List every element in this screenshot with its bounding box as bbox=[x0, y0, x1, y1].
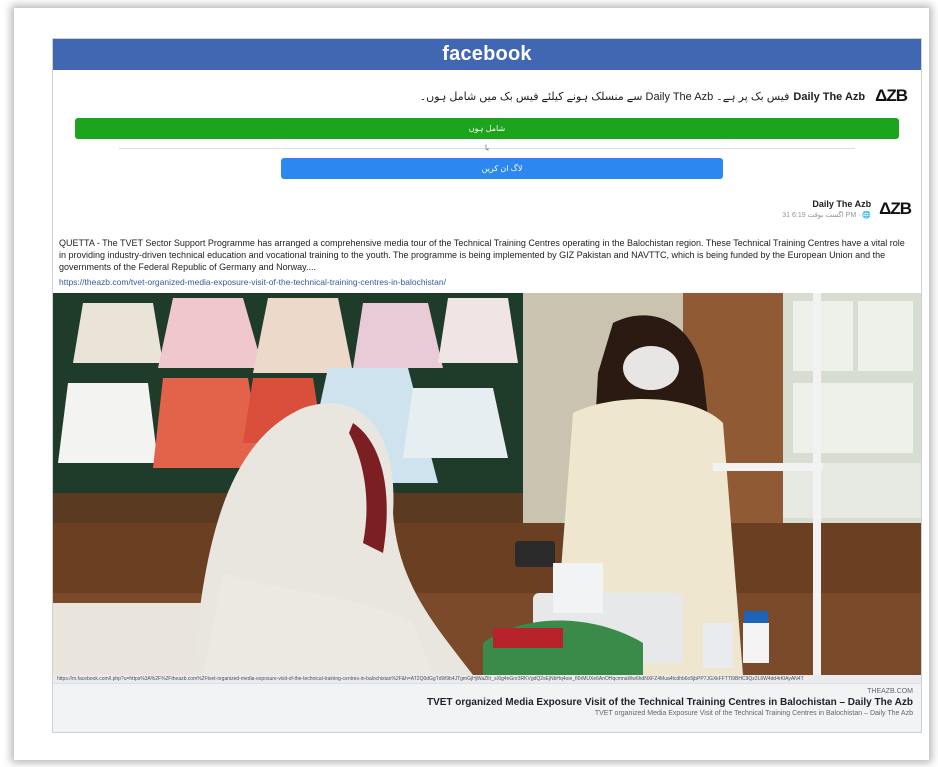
post-link[interactable]: https://theazb.com/tvet-organized-media-… bbox=[59, 277, 446, 287]
post-header: Daily The Azb 31 اگست بوقت 6:19 PM · 🌐 Δ… bbox=[782, 199, 912, 219]
invite-message-text: فیس بک پر ہے۔ Daily The Azb سے منسلک ہون… bbox=[419, 90, 790, 103]
or-separator: یا bbox=[484, 145, 490, 152]
post-timestamp[interactable]: 31 اگست بوقت 6:19 PM · 🌐 bbox=[782, 211, 871, 219]
photo-illustration bbox=[53, 293, 921, 675]
post-meta: Daily The Azb 31 اگست بوقت 6:19 PM · 🌐 bbox=[782, 199, 871, 219]
invite-page-name[interactable]: Daily The Azb bbox=[793, 91, 865, 103]
invite-row: ΔZB Daily The Azbفیس بک پر ہے۔ Daily The… bbox=[420, 86, 908, 106]
url-strip[interactable]: https://m.facebook.com/l.php?u=https%3A%… bbox=[53, 675, 921, 683]
page-logo[interactable]: ΔZB bbox=[875, 86, 908, 106]
post-page-name[interactable]: Daily The Azb bbox=[782, 199, 871, 209]
post-photo[interactable] bbox=[53, 293, 921, 675]
join-button[interactable]: شامل ہوں bbox=[75, 118, 899, 139]
preview-title[interactable]: TVET organized Media Exposure Visit of t… bbox=[61, 697, 913, 708]
facebook-header[interactable]: facebook bbox=[53, 39, 921, 70]
preview-description: TVET organized Media Exposure Visit of t… bbox=[594, 710, 913, 717]
invite-message: Daily The Azbفیس بک پر ہے۔ Daily The Azb… bbox=[420, 90, 865, 103]
facebook-logo[interactable]: facebook bbox=[442, 43, 531, 65]
facebook-embed-card: facebook ΔZB Daily The Azbفیس بک پر ہے۔ … bbox=[52, 38, 922, 733]
post-page-logo[interactable]: ΔZB bbox=[879, 199, 912, 219]
preview-domain: THEAZB.COM bbox=[867, 688, 913, 695]
link-preview[interactable]: THEAZB.COM TVET organized Media Exposure… bbox=[53, 683, 921, 732]
login-button[interactable]: لاگ ان کریں bbox=[281, 158, 723, 179]
post-body-text: QUETTA - The TVET Sector Support Program… bbox=[59, 238, 905, 272]
